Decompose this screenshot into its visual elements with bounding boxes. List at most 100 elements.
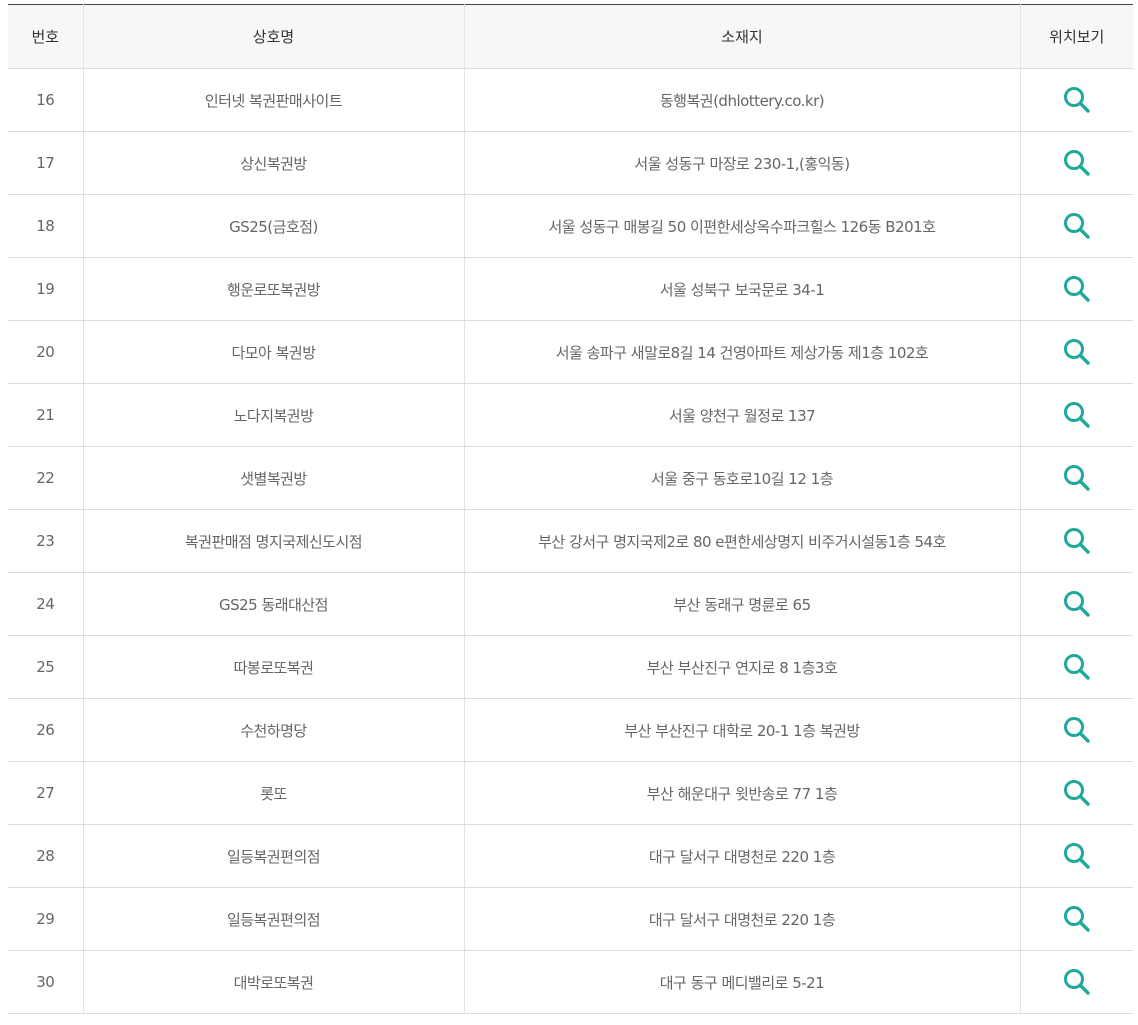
cell-map xyxy=(1019,446,1133,510)
table-row: 30 대박로또복권 대구 동구 메디밸리로 5-21 xyxy=(8,950,1133,1014)
table-row: 21 노다지복권방 서울 양천구 월정로 137 xyxy=(8,383,1133,447)
cell-address: 부산 동래구 명륜로 65 xyxy=(463,572,1020,636)
table-body: 16 인터넷 복권판매사이트 동행복권(dhlottery.co.kr) 17 … xyxy=(8,68,1133,1014)
table-row: 22 샛별복권방 서울 중구 동호로10길 12 1층 xyxy=(8,446,1133,510)
cell-no: 20 xyxy=(8,320,83,384)
cell-address: 대구 달서구 대명천로 220 1층 xyxy=(463,824,1020,888)
search-icon xyxy=(1062,967,1092,997)
table-row: 25 따봉로또복권 부산 부산진구 연지로 8 1층3호 xyxy=(8,635,1133,699)
map-view-button[interactable] xyxy=(1062,463,1092,493)
table-header: 번호 상호명 소재지 위치보기 xyxy=(8,4,1133,69)
cell-name: 다모아 복권방 xyxy=(82,320,464,384)
table-row: 26 수천하명당 부산 부산진구 대학로 20-1 1층 복권방 xyxy=(8,698,1133,762)
table-row: 23 복권판매점 명지국제신도시점 부산 강서구 명지국제2로 80 e편한세상… xyxy=(8,509,1133,573)
cell-address: 동행복권(dhlottery.co.kr) xyxy=(463,68,1020,132)
store-list: 번호 상호명 소재지 위치보기 16 인터넷 복권판매사이트 동행복권(dhlo… xyxy=(8,4,1133,1014)
search-icon xyxy=(1062,337,1092,367)
map-view-button[interactable] xyxy=(1062,400,1092,430)
cell-no: 23 xyxy=(8,509,83,573)
table-row: 27 롯또 부산 해운대구 윗반송로 77 1층 xyxy=(8,761,1133,825)
search-icon xyxy=(1062,715,1092,745)
map-view-button[interactable] xyxy=(1062,967,1092,997)
cell-no: 28 xyxy=(8,824,83,888)
cell-name: 일등복권편의점 xyxy=(82,887,464,951)
header-map: 위치보기 xyxy=(1019,4,1133,69)
search-icon xyxy=(1062,148,1092,178)
cell-name: 따봉로또복권 xyxy=(82,635,464,699)
cell-no: 17 xyxy=(8,131,83,195)
table-row: 20 다모아 복권방 서울 송파구 새말로8길 14 건영아파트 제상가동 제1… xyxy=(8,320,1133,384)
search-icon xyxy=(1062,400,1092,430)
cell-name: 일등복권편의점 xyxy=(82,824,464,888)
map-view-button[interactable] xyxy=(1062,148,1092,178)
cell-map xyxy=(1019,635,1133,699)
cell-no: 29 xyxy=(8,887,83,951)
table-row: 29 일등복권편의점 대구 달서구 대명천로 220 1층 xyxy=(8,887,1133,951)
search-icon xyxy=(1062,463,1092,493)
cell-address: 부산 부산진구 연지로 8 1층3호 xyxy=(463,635,1020,699)
map-view-button[interactable] xyxy=(1062,337,1092,367)
cell-map xyxy=(1019,572,1133,636)
map-view-button[interactable] xyxy=(1062,904,1092,934)
cell-name: 인터넷 복권판매사이트 xyxy=(82,68,464,132)
search-icon xyxy=(1062,841,1092,871)
cell-name: 복권판매점 명지국제신도시점 xyxy=(82,509,464,573)
search-icon xyxy=(1062,589,1092,619)
map-view-button[interactable] xyxy=(1062,652,1092,682)
table-header-row: 번호 상호명 소재지 위치보기 xyxy=(8,4,1133,69)
cell-address: 서울 중구 동호로10길 12 1층 xyxy=(463,446,1020,510)
cell-map xyxy=(1019,257,1133,321)
map-view-button[interactable] xyxy=(1062,526,1092,556)
cell-map xyxy=(1019,761,1133,825)
header-address: 소재지 xyxy=(463,4,1020,69)
cell-no: 24 xyxy=(8,572,83,636)
cell-address: 서울 송파구 새말로8길 14 건영아파트 제상가동 제1층 102호 xyxy=(463,320,1020,384)
map-view-button[interactable] xyxy=(1062,841,1092,871)
map-view-button[interactable] xyxy=(1062,211,1092,241)
table-row: 16 인터넷 복권판매사이트 동행복권(dhlottery.co.kr) xyxy=(8,68,1133,132)
map-view-button[interactable] xyxy=(1062,778,1092,808)
cell-address: 서울 성북구 보국문로 34-1 xyxy=(463,257,1020,321)
cell-map xyxy=(1019,131,1133,195)
table-row: 18 GS25(금호점) 서울 성동구 매봉길 50 이편한세상옥수파크힐스 1… xyxy=(8,194,1133,258)
cell-map xyxy=(1019,194,1133,258)
cell-address: 서울 성동구 마장로 230-1,(홍익동) xyxy=(463,131,1020,195)
search-icon xyxy=(1062,652,1092,682)
store-table: 번호 상호명 소재지 위치보기 16 인터넷 복권판매사이트 동행복권(dhlo… xyxy=(8,4,1133,1014)
cell-map xyxy=(1019,320,1133,384)
map-view-button[interactable] xyxy=(1062,274,1092,304)
cell-address: 대구 동구 메디밸리로 5-21 xyxy=(463,950,1020,1014)
cell-name: 대박로또복권 xyxy=(82,950,464,1014)
cell-name: 샛별복권방 xyxy=(82,446,464,510)
cell-no: 21 xyxy=(8,383,83,447)
search-icon xyxy=(1062,274,1092,304)
map-view-button[interactable] xyxy=(1062,85,1092,115)
cell-no: 19 xyxy=(8,257,83,321)
search-icon xyxy=(1062,526,1092,556)
cell-map xyxy=(1019,698,1133,762)
table-row: 19 행운로또복권방 서울 성북구 보국문로 34-1 xyxy=(8,257,1133,321)
cell-no: 18 xyxy=(8,194,83,258)
cell-name: GS25 동래대산점 xyxy=(82,572,464,636)
cell-name: GS25(금호점) xyxy=(82,194,464,258)
table-row: 28 일등복권편의점 대구 달서구 대명천로 220 1층 xyxy=(8,824,1133,888)
header-name: 상호명 xyxy=(82,4,464,69)
cell-address: 부산 해운대구 윗반송로 77 1층 xyxy=(463,761,1020,825)
cell-address: 대구 달서구 대명천로 220 1층 xyxy=(463,887,1020,951)
cell-name: 수천하명당 xyxy=(82,698,464,762)
cell-no: 16 xyxy=(8,68,83,132)
cell-no: 30 xyxy=(8,950,83,1014)
cell-no: 25 xyxy=(8,635,83,699)
cell-no: 27 xyxy=(8,761,83,825)
header-no: 번호 xyxy=(8,4,83,69)
cell-name: 노다지복권방 xyxy=(82,383,464,447)
cell-no: 26 xyxy=(8,698,83,762)
cell-map xyxy=(1019,509,1133,573)
table-row: 17 상신복권방 서울 성동구 마장로 230-1,(홍익동) xyxy=(8,131,1133,195)
cell-no: 22 xyxy=(8,446,83,510)
search-icon xyxy=(1062,211,1092,241)
map-view-button[interactable] xyxy=(1062,715,1092,745)
cell-map xyxy=(1019,887,1133,951)
cell-map xyxy=(1019,383,1133,447)
map-view-button[interactable] xyxy=(1062,589,1092,619)
